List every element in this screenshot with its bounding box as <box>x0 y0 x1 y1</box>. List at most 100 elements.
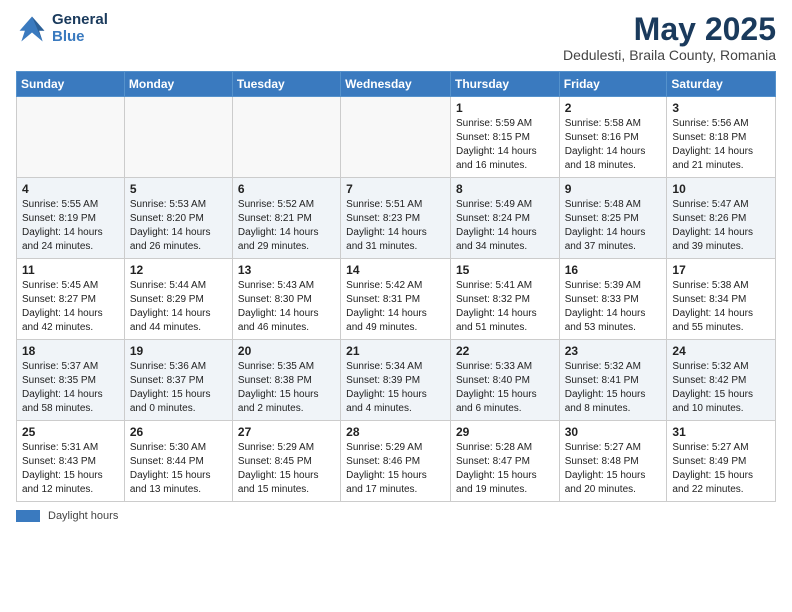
day-cell: 16 Sunrise: 5:39 AM Sunset: 8:33 PM Dayli… <box>559 259 667 340</box>
day-cell: 27 Sunrise: 5:29 AM Sunset: 8:45 PM Dayli… <box>232 421 340 502</box>
day-number: 15 <box>456 263 554 277</box>
day-info: Sunrise: 5:52 AM Sunset: 8:21 PM Dayligh… <box>238 198 335 254</box>
week-row-1: 1Sunrise: 5:59 AM Sunset: 8:15 PM Daylig… <box>17 97 776 178</box>
day-cell: 13 Sunrise: 5:43 AM Sunset: 8:30 PM Dayli… <box>232 259 340 340</box>
day-cell <box>232 97 340 178</box>
header: General Blue May 2025 Dedulesti, Braila … <box>16 12 776 63</box>
day-cell: 14 Sunrise: 5:42 AM Sunset: 8:31 PM Dayli… <box>341 259 451 340</box>
day-cell: 1Sunrise: 5:59 AM Sunset: 8:15 PM Daylig… <box>450 97 559 178</box>
day-number: 28 <box>346 425 445 439</box>
day-number: 11 <box>22 263 119 277</box>
logo-icon <box>16 13 48 45</box>
day-number: 24 <box>672 344 770 358</box>
day-info: Sunrise: 5:33 AM Sunset: 8:40 PM Dayligh… <box>456 360 554 416</box>
day-cell: 8 Sunrise: 5:49 AM Sunset: 8:24 PM Daylig… <box>450 178 559 259</box>
day-cell <box>17 97 125 178</box>
day-info: Sunrise: 5:58 AM Sunset: 8:16 PM Dayligh… <box>565 117 662 173</box>
legend: Daylight hours <box>16 510 776 522</box>
week-row-2: 4 Sunrise: 5:55 AM Sunset: 8:19 PM Daylig… <box>17 178 776 259</box>
day-cell: 30Sunrise: 5:27 AM Sunset: 8:48 PM Dayli… <box>559 421 667 502</box>
day-info: Sunrise: 5:39 AM Sunset: 8:33 PM Dayligh… <box>565 279 662 335</box>
week-row-5: 25Sunrise: 5:31 AM Sunset: 8:43 PM Dayli… <box>17 421 776 502</box>
week-row-4: 18Sunrise: 5:37 AM Sunset: 8:35 PM Dayli… <box>17 340 776 421</box>
day-info: Sunrise: 5:41 AM Sunset: 8:32 PM Dayligh… <box>456 279 554 335</box>
day-info: Sunrise: 5:49 AM Sunset: 8:24 PM Dayligh… <box>456 198 554 254</box>
day-cell: 5Sunrise: 5:53 AM Sunset: 8:20 PM Daylig… <box>124 178 232 259</box>
day-number: 1 <box>456 101 554 115</box>
day-number: 14 <box>346 263 445 277</box>
day-cell: 7Sunrise: 5:51 AM Sunset: 8:23 PM Daylig… <box>341 178 451 259</box>
day-cell: 9 Sunrise: 5:48 AM Sunset: 8:25 PM Daylig… <box>559 178 667 259</box>
day-info: Sunrise: 5:55 AM Sunset: 8:19 PM Dayligh… <box>22 198 119 254</box>
day-cell: 4 Sunrise: 5:55 AM Sunset: 8:19 PM Daylig… <box>17 178 125 259</box>
title-block: May 2025 Dedulesti, Braila County, Roman… <box>563 12 776 63</box>
day-number: 2 <box>565 101 662 115</box>
day-cell <box>124 97 232 178</box>
day-info: Sunrise: 5:29 AM Sunset: 8:46 PM Dayligh… <box>346 441 445 497</box>
legend-box <box>16 510 40 522</box>
day-number: 13 <box>238 263 335 277</box>
day-info: Sunrise: 5:28 AM Sunset: 8:47 PM Dayligh… <box>456 441 554 497</box>
day-cell: 21 Sunrise: 5:34 AM Sunset: 8:39 PM Dayli… <box>341 340 451 421</box>
day-info: Sunrise: 5:53 AM Sunset: 8:20 PM Dayligh… <box>130 198 227 254</box>
day-info: Sunrise: 5:48 AM Sunset: 8:25 PM Dayligh… <box>565 198 662 254</box>
day-info: Sunrise: 5:31 AM Sunset: 8:43 PM Dayligh… <box>22 441 119 497</box>
day-info: Sunrise: 5:32 AM Sunset: 8:42 PM Dayligh… <box>672 360 770 416</box>
day-number: 22 <box>456 344 554 358</box>
day-cell <box>341 97 451 178</box>
day-cell: 12 Sunrise: 5:44 AM Sunset: 8:29 PM Dayli… <box>124 259 232 340</box>
day-cell: 22 Sunrise: 5:33 AM Sunset: 8:40 PM Dayli… <box>450 340 559 421</box>
logo-general: General <box>52 12 108 29</box>
day-cell: 31Sunrise: 5:27 AM Sunset: 8:49 PM Dayli… <box>667 421 776 502</box>
page: General Blue May 2025 Dedulesti, Braila … <box>0 0 792 538</box>
day-number: 20 <box>238 344 335 358</box>
calendar-table: SundayMondayTuesdayWednesdayThursdayFrid… <box>16 71 776 502</box>
day-number: 31 <box>672 425 770 439</box>
day-info: Sunrise: 5:32 AM Sunset: 8:41 PM Dayligh… <box>565 360 662 416</box>
day-info: Sunrise: 5:56 AM Sunset: 8:18 PM Dayligh… <box>672 117 770 173</box>
col-header-wednesday: Wednesday <box>341 72 451 97</box>
day-number: 19 <box>130 344 227 358</box>
day-number: 4 <box>22 182 119 196</box>
day-number: 12 <box>130 263 227 277</box>
col-header-sunday: Sunday <box>17 72 125 97</box>
day-number: 17 <box>672 263 770 277</box>
day-number: 6 <box>238 182 335 196</box>
day-number: 21 <box>346 344 445 358</box>
day-info: Sunrise: 5:42 AM Sunset: 8:31 PM Dayligh… <box>346 279 445 335</box>
day-info: Sunrise: 5:34 AM Sunset: 8:39 PM Dayligh… <box>346 360 445 416</box>
day-cell: 23 Sunrise: 5:32 AM Sunset: 8:41 PM Dayli… <box>559 340 667 421</box>
day-cell: 24 Sunrise: 5:32 AM Sunset: 8:42 PM Dayli… <box>667 340 776 421</box>
day-cell: 15 Sunrise: 5:41 AM Sunset: 8:32 PM Dayli… <box>450 259 559 340</box>
day-number: 9 <box>565 182 662 196</box>
header-row: SundayMondayTuesdayWednesdayThursdayFrid… <box>17 72 776 97</box>
col-header-thursday: Thursday <box>450 72 559 97</box>
day-number: 26 <box>130 425 227 439</box>
day-info: Sunrise: 5:36 AM Sunset: 8:37 PM Dayligh… <box>130 360 227 416</box>
day-info: Sunrise: 5:45 AM Sunset: 8:27 PM Dayligh… <box>22 279 119 335</box>
day-number: 16 <box>565 263 662 277</box>
logo-text: General Blue <box>52 12 108 45</box>
day-cell: 18Sunrise: 5:37 AM Sunset: 8:35 PM Dayli… <box>17 340 125 421</box>
day-info: Sunrise: 5:37 AM Sunset: 8:35 PM Dayligh… <box>22 360 119 416</box>
day-cell: 3Sunrise: 5:56 AM Sunset: 8:18 PM Daylig… <box>667 97 776 178</box>
day-info: Sunrise: 5:35 AM Sunset: 8:38 PM Dayligh… <box>238 360 335 416</box>
logo-blue: Blue <box>52 29 108 46</box>
col-header-tuesday: Tuesday <box>232 72 340 97</box>
day-number: 30 <box>565 425 662 439</box>
subtitle: Dedulesti, Braila County, Romania <box>563 47 776 63</box>
day-cell: 20 Sunrise: 5:35 AM Sunset: 8:38 PM Dayli… <box>232 340 340 421</box>
day-info: Sunrise: 5:47 AM Sunset: 8:26 PM Dayligh… <box>672 198 770 254</box>
day-cell: 17Sunrise: 5:38 AM Sunset: 8:34 PM Dayli… <box>667 259 776 340</box>
day-info: Sunrise: 5:43 AM Sunset: 8:30 PM Dayligh… <box>238 279 335 335</box>
day-cell: 11 Sunrise: 5:45 AM Sunset: 8:27 PM Dayli… <box>17 259 125 340</box>
day-number: 8 <box>456 182 554 196</box>
day-number: 27 <box>238 425 335 439</box>
day-cell: 28 Sunrise: 5:29 AM Sunset: 8:46 PM Dayli… <box>341 421 451 502</box>
day-number: 23 <box>565 344 662 358</box>
day-info: Sunrise: 5:44 AM Sunset: 8:29 PM Dayligh… <box>130 279 227 335</box>
day-cell: 26Sunrise: 5:30 AM Sunset: 8:44 PM Dayli… <box>124 421 232 502</box>
day-info: Sunrise: 5:29 AM Sunset: 8:45 PM Dayligh… <box>238 441 335 497</box>
col-header-saturday: Saturday <box>667 72 776 97</box>
day-number: 10 <box>672 182 770 196</box>
